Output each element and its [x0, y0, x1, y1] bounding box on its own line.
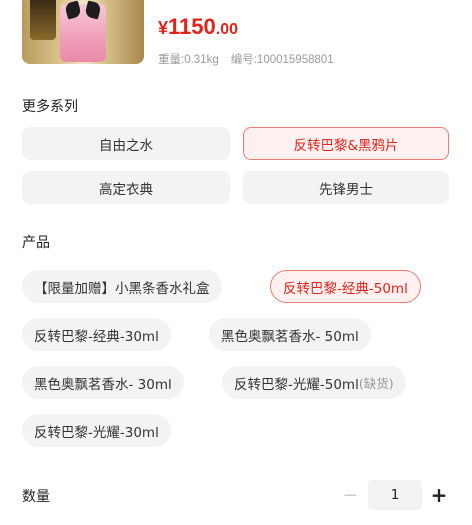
series-option[interactable]: 高定衣典: [22, 171, 230, 204]
product-summary: ¥1150.00 重量:0.31kg 编号:100015958801: [0, 0, 472, 80]
product-option-out-of-stock[interactable]: 反转巴黎-光耀-50ml (缺货): [222, 366, 406, 399]
out-of-stock-note: (缺货): [358, 376, 394, 391]
quantity-label: 数量: [22, 489, 50, 505]
product-option[interactable]: 反转巴黎-经典-30ml: [22, 318, 171, 351]
product-price: ¥1150.00: [158, 14, 238, 39]
products-title: 产品: [22, 235, 50, 251]
series-option[interactable]: 自由之水: [22, 127, 230, 160]
product-sku: 编号:100015958801: [230, 54, 334, 66]
minus-icon[interactable]: −: [338, 478, 362, 512]
product-weight: 重量:0.31kg: [158, 54, 219, 66]
plus-icon[interactable]: +: [426, 478, 452, 512]
product-option[interactable]: 反转巴黎-光耀-30ml: [22, 414, 171, 447]
series-title: 更多系列: [22, 99, 78, 115]
series-option[interactable]: 先锋男士: [243, 171, 449, 204]
quantity-input[interactable]: 1: [368, 480, 422, 510]
product-option[interactable]: 黑色奥飘茗香水- 50ml: [209, 318, 371, 351]
product-option[interactable]: 【限量加赠】小黑条香水礼盒: [22, 270, 222, 303]
bow-decoration: [66, 0, 100, 22]
series-option-selected[interactable]: 反转巴黎&黑鸦片: [243, 127, 449, 160]
product-image[interactable]: [22, 0, 144, 64]
product-option[interactable]: 黑色奥飘茗香水- 30ml: [22, 366, 184, 399]
product-meta: 重量:0.31kg 编号:100015958801: [158, 51, 334, 67]
product-option-selected[interactable]: 反转巴黎-经典-50ml: [270, 270, 421, 303]
quantity-stepper: − 1 +: [338, 478, 456, 512]
